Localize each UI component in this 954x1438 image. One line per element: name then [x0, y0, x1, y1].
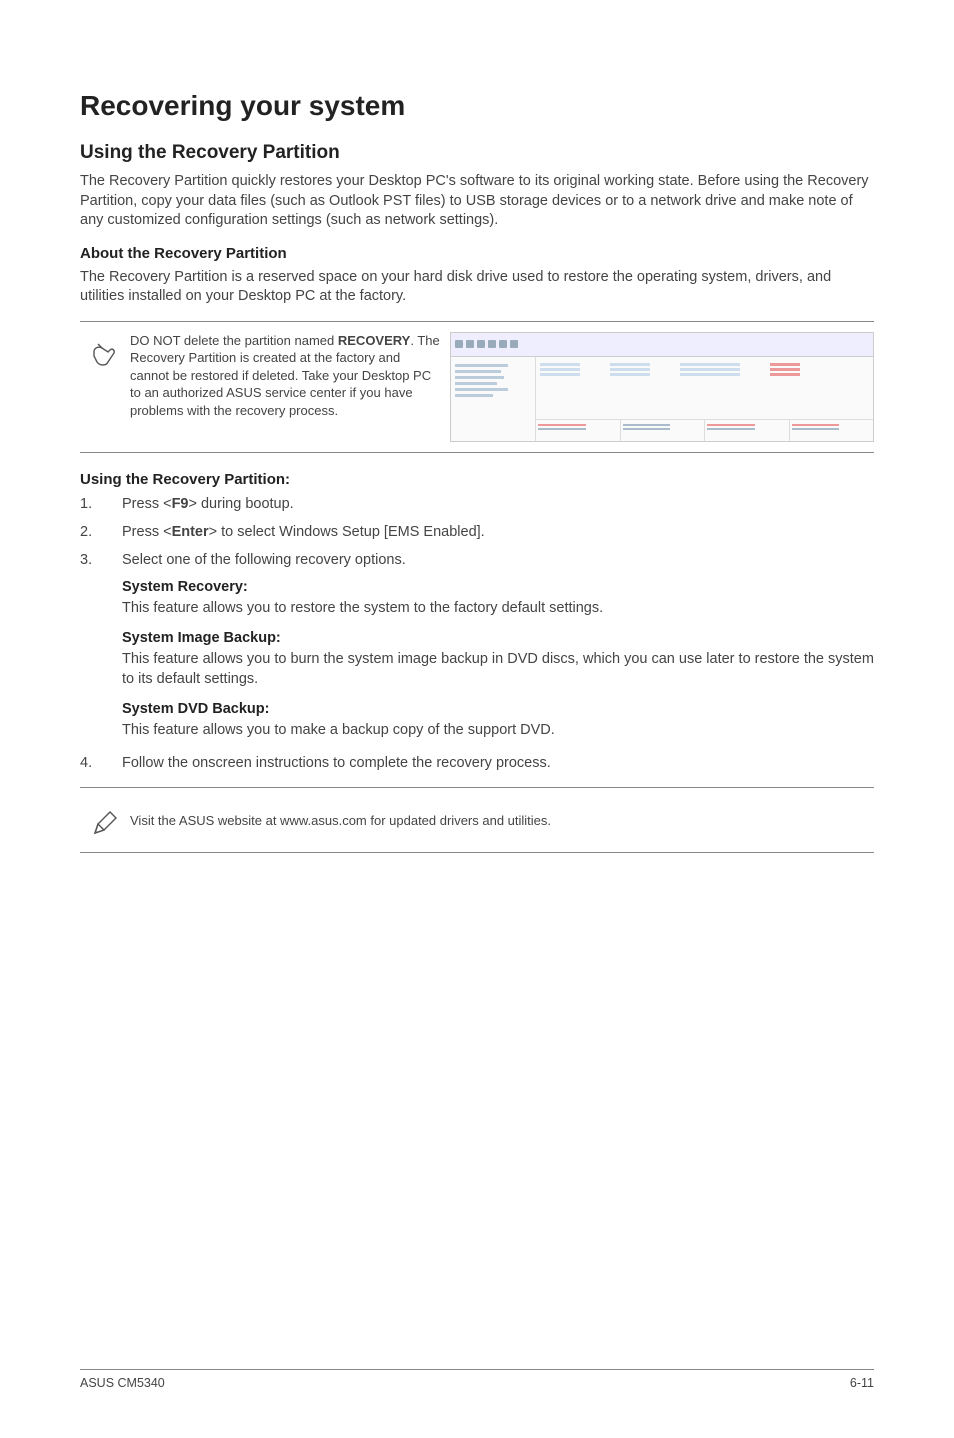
warning-note-text: DO NOT delete the partition named RECOVE…	[130, 332, 440, 420]
section-para: The Recovery Partition quickly restores …	[80, 172, 874, 231]
option-block: System Image Backup: This feature allows…	[122, 630, 874, 689]
screenshot-thumbnail	[450, 332, 874, 442]
about-para: The Recovery Partition is a reserved spa…	[80, 268, 874, 307]
page-title: Recovering your system	[80, 90, 874, 122]
subheading-using: Using the Recovery Partition:	[80, 471, 874, 488]
info-note-text: Visit the ASUS website at www.asus.com f…	[130, 813, 551, 828]
warning-note-box: DO NOT delete the partition named RECOVE…	[80, 321, 874, 453]
footer-page-number: 6-11	[850, 1376, 874, 1390]
hand-icon	[80, 332, 130, 372]
list-item: 4. Follow the onscreen instructions to c…	[80, 753, 874, 773]
subheading-about: About the Recovery Partition	[80, 245, 874, 262]
list-item: 1. Press <F9> during bootup.	[80, 494, 874, 514]
option-block: System DVD Backup: This feature allows y…	[122, 701, 874, 741]
list-item: 3. Select one of the following recovery …	[80, 550, 874, 570]
option-block: System Recovery: This feature allows you…	[122, 579, 874, 619]
info-note-box: Visit the ASUS website at www.asus.com f…	[80, 787, 874, 853]
footer-model: ASUS CM5340	[80, 1376, 165, 1390]
section-heading-recovery-partition: Using the Recovery Partition	[80, 142, 874, 164]
page-footer: ASUS CM5340 6-11	[80, 1369, 874, 1390]
list-item: 2. Press <Enter> to select Windows Setup…	[80, 522, 874, 542]
pencil-icon	[80, 802, 130, 838]
